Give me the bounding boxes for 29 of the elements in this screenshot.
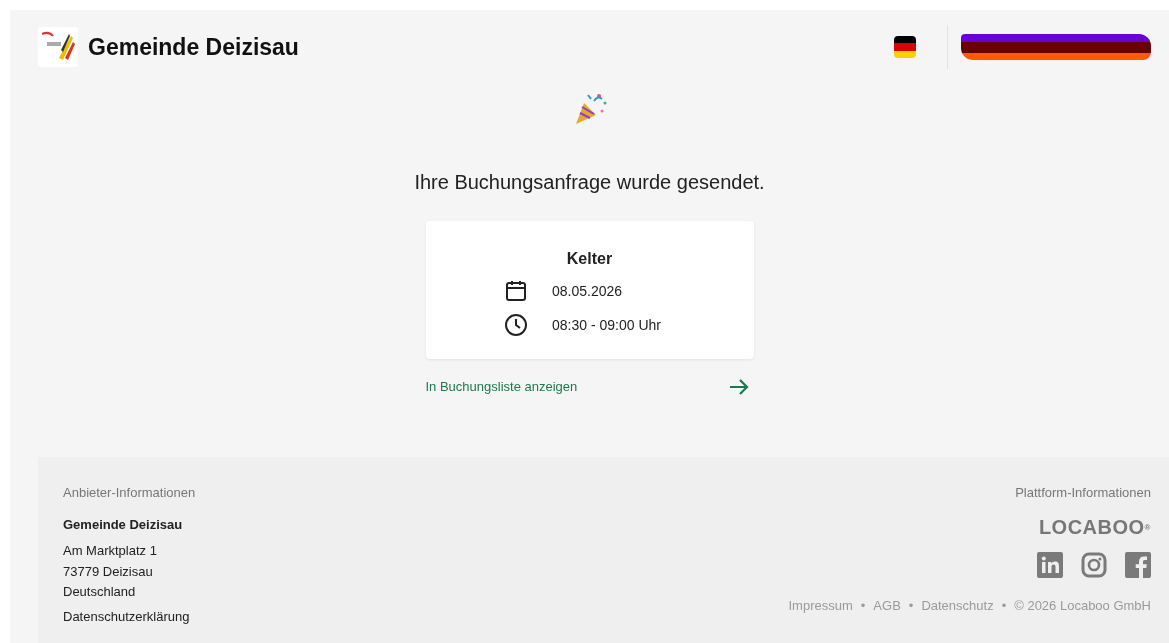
facebook-icon[interactable] (1125, 551, 1151, 578)
arrow-right-icon[interactable] (727, 377, 750, 397)
provider-name: Gemeinde Deizisau (63, 515, 184, 534)
instagram-icon[interactable] (1081, 551, 1107, 578)
booking-list-link[interactable]: In Buchungsliste anzeigen (425, 377, 578, 397)
municipality-logo[interactable] (38, 27, 78, 67)
booking-time: 08:30 - 09:00 Uhr (552, 315, 661, 335)
booking-date: 08.05.2026 (552, 281, 624, 301)
copyright-text: © 2026 Locaboo GmbH (1014, 596, 1151, 615)
confirmation-message: Ihre Buchungsanfrage wurde gesendet. (414, 170, 765, 195)
linkedin-icon[interactable] (1037, 551, 1063, 578)
footer-link[interactable]: Impressum (788, 595, 853, 615)
address-line: Deutschland (63, 583, 137, 601)
site-title: Gemeinde Deizisau (88, 32, 299, 62)
resource-name: Kelter (565, 249, 614, 269)
provider-heading: Anbieter-Informationen (63, 484, 196, 502)
footer-link[interactable]: Datenschutz (921, 595, 994, 615)
calendar-icon (504, 279, 528, 303)
privacy-link[interactable]: Datenschutzerklärung (63, 606, 196, 626)
address-line: 73779 Deizisau (63, 562, 154, 581)
platform-heading: Plattform-Informationen (1015, 484, 1151, 502)
clock-icon (504, 313, 528, 337)
separator-dot: • (860, 596, 866, 615)
language-flag-icon[interactable] (894, 36, 916, 58)
platform-logo[interactable]: LOCABOO$^{®}$ (1038, 511, 1151, 542)
separator-dot: • (908, 596, 914, 615)
address-line: Am Marktplatz 1 (63, 542, 158, 560)
footer-link[interactable]: AGB (873, 595, 901, 615)
separator-dot: • (1001, 596, 1007, 615)
